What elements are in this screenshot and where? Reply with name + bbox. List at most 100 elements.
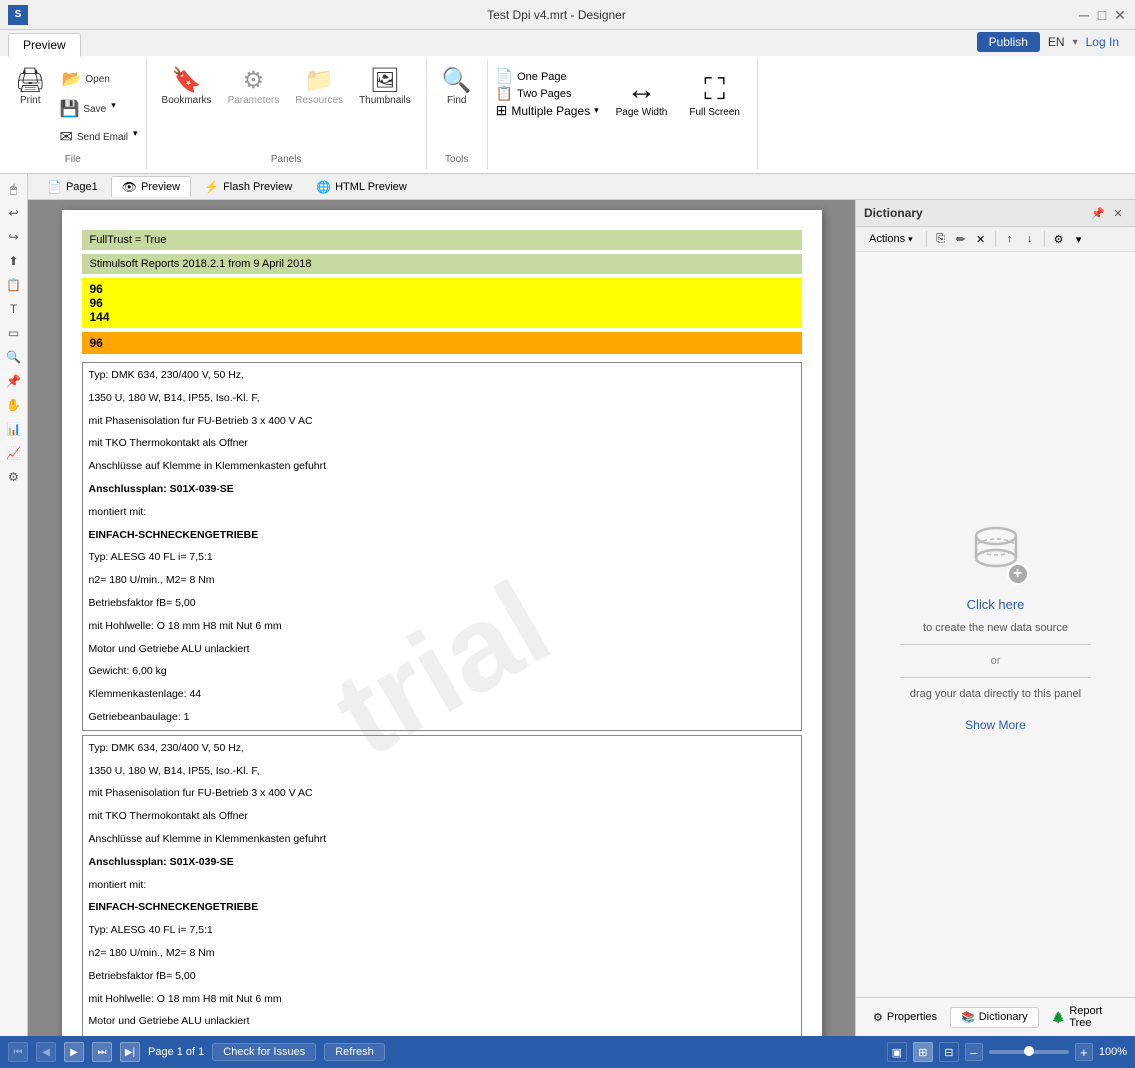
view-mode-grid[interactable]: ⊞ [913, 1042, 933, 1062]
table-row: mit Phasenisolation fur FU-Betrieb 3 x 4… [85, 411, 799, 432]
page-width-icon: ↔ [626, 73, 656, 107]
nav-first-button[interactable]: ⏮ [8, 1042, 28, 1062]
multiple-pages-button[interactable]: ⊞ Multiple Pages ▾ [496, 102, 599, 119]
resources-button[interactable]: 📁 Resources [288, 64, 350, 111]
create-datasource-text: to create the new data source [923, 622, 1068, 634]
toolbar-redo[interactable]: ↪ [3, 226, 25, 248]
zoom-slider[interactable] [989, 1050, 1069, 1054]
multiple-pages-icon: ⊞ [496, 102, 508, 119]
ribbon-group-file: 🖨 Print 📂 Open 💾 Save ▾ [0, 60, 147, 169]
save-button[interactable]: 💾 Save [54, 96, 111, 122]
thumbnails-button[interactable]: 🖼 Thumbnails [352, 64, 418, 111]
toolbar-cursor[interactable]: 🖱 [3, 178, 25, 200]
toolbar-paste[interactable]: 📋 [3, 274, 25, 296]
open-icon: 📂 [61, 69, 81, 89]
zoom-level: 100% [1099, 1046, 1127, 1058]
page-width-button[interactable]: ↔ Page Width [607, 68, 677, 123]
parameters-button[interactable]: ⚙ Parameters [221, 64, 287, 111]
actions-bar: Actions ▾ ⎘ ✏ ✕ ↑ ↓ ⚙ ▾ [856, 227, 1135, 252]
drag-text: drag your data directly to this panel [910, 688, 1081, 700]
report-table-2: Typ: DMK 634, 230/400 V, 50 Hz, 1350 U, … [82, 735, 802, 1036]
refresh-button[interactable]: Refresh [324, 1043, 385, 1061]
table-row: mit Hohlwelle: O 18 mm H8 mit Nut 6 mm [85, 616, 799, 637]
two-pages-button[interactable]: 📋 Two Pages [496, 85, 599, 102]
table-row: 1350 U, 180 W, B14, IP55, Iso.-Kl. F, [85, 761, 799, 782]
action-chevron-icon[interactable]: ▾ [1071, 231, 1087, 247]
zoom-in-button[interactable]: + [1075, 1043, 1093, 1061]
view-mode-list[interactable]: ⊟ [939, 1042, 959, 1062]
dictionary-empty-state: + Click here to create the new data sour… [856, 252, 1135, 997]
find-button[interactable]: 🔍 Find [435, 64, 479, 111]
table-row: Typ: ALESG 40 FL i= 7,5:1 [85, 547, 799, 568]
action-down-icon[interactable]: ↓ [1022, 231, 1038, 247]
report-preview[interactable]: trial FullTrust = True Stimulsoft Report… [28, 200, 855, 1036]
report-row-version: Stimulsoft Reports 2018.2.1 from 9 April… [82, 254, 802, 274]
publish-button[interactable]: Publish [977, 32, 1040, 52]
nav-prev-button[interactable]: ◀ [36, 1042, 56, 1062]
toolbar-graph[interactable]: 📈 [3, 442, 25, 464]
report-tree-tab[interactable]: 🌲 Report Tree [1041, 1001, 1129, 1033]
page-tab-page1[interactable]: 📄 Page1 [36, 176, 109, 197]
action-edit-icon[interactable]: ✏ [953, 231, 969, 247]
ribbon-tab-preview[interactable]: Preview [8, 33, 81, 57]
dictionary-tab[interactable]: 📚 Dictionary [950, 1007, 1039, 1028]
table-row: Betriebsfaktor fB= 5,00 [85, 966, 799, 987]
bookmarks-icon: 🔖 [172, 69, 202, 93]
table-row: EINFACH-SCHNECKENGETRIEBE [85, 525, 799, 546]
panel-close-button[interactable]: ✕ [1109, 204, 1127, 222]
action-gear-icon[interactable]: ⚙ [1051, 231, 1067, 247]
properties-tab[interactable]: ⚙ Properties [862, 1007, 948, 1028]
content-area: trial FullTrust = True Stimulsoft Report… [28, 200, 1135, 1036]
toolbar-undo[interactable]: ↩ [3, 202, 25, 224]
action-copy-icon[interactable]: ⎘ [933, 231, 949, 247]
toolbar-chart[interactable]: 📊 [3, 418, 25, 440]
action-up-icon[interactable]: ↑ [1002, 231, 1018, 247]
page-tab-preview[interactable]: 👁 Preview [111, 176, 191, 197]
print-button[interactable]: 🖨 Print [8, 64, 52, 111]
table-row: Gewicht: 6,00 kg [85, 661, 799, 682]
toolbar-rect[interactable]: ▭ [3, 322, 25, 344]
toolbar-settings[interactable]: ⚙ [3, 466, 25, 488]
app-logo: S [8, 5, 28, 25]
left-toolbar: 🖱 ↩ ↪ ⬆ 📋 T ▭ 🔍 📌 ✋ 📊 📈 ⚙ [0, 174, 28, 1036]
zoom-out-button[interactable]: – [965, 1043, 983, 1061]
view-mode-single[interactable]: ▣ [887, 1042, 907, 1062]
show-more-link[interactable]: Show More [965, 718, 1026, 732]
table-row: n2= 180 U/min., M2= 8 Nm [85, 570, 799, 591]
table-row: Anschlussplan: S01X-039-SE [85, 479, 799, 500]
bottom-tabs: ⚙ Properties 📚 Dictionary 🌲 Report Tree [856, 997, 1135, 1036]
close-button[interactable]: ✕ [1113, 8, 1127, 22]
nav-last-button[interactable]: ⏭ [92, 1042, 112, 1062]
one-page-button[interactable]: 📄 One Page [496, 68, 599, 85]
action-delete-icon[interactable]: ✕ [973, 231, 989, 247]
toolbar-text[interactable]: T [3, 298, 25, 320]
page-tab-html[interactable]: 🌐 HTML Preview [305, 176, 418, 197]
actions-button[interactable]: Actions ▾ [862, 230, 920, 248]
toolbar-up[interactable]: ⬆ [3, 250, 25, 272]
thumbnails-icon: 🖼 [370, 69, 400, 93]
panel-pin-button[interactable]: 📌 [1089, 204, 1107, 222]
table-row: Anschlussplan: S01X-039-SE [85, 852, 799, 873]
report-page: trial FullTrust = True Stimulsoft Report… [62, 210, 822, 1036]
panel-header-icons: 📌 ✕ [1089, 204, 1127, 222]
toolbar-zoom[interactable]: 🔍 [3, 346, 25, 368]
nav-next-button[interactable]: ▶ [64, 1042, 84, 1062]
send-email-button[interactable]: ✉ Send Email [54, 124, 133, 150]
print-icon: 🖨 [15, 69, 45, 93]
language-button[interactable]: EN [1048, 35, 1065, 49]
nav-add-page-button[interactable]: ▶| [120, 1042, 140, 1062]
table-row: mit Phasenisolation fur FU-Betrieb 3 x 4… [85, 783, 799, 804]
statusbar: ⏮ ◀ ▶ ⏭ ▶| Page 1 of 1 Check for Issues … [0, 1036, 1135, 1068]
toolbar-hand[interactable]: ✋ [3, 394, 25, 416]
open-button[interactable]: 📂 Open [54, 64, 137, 94]
check-issues-button[interactable]: Check for Issues [212, 1043, 316, 1061]
login-button[interactable]: Log In [1086, 35, 1119, 49]
bookmarks-button[interactable]: 🔖 Bookmarks [155, 64, 219, 111]
right-panel-header: Dictionary 📌 ✕ [856, 200, 1135, 227]
full-screen-button[interactable]: ⛶ Full Screen [680, 68, 749, 123]
minimize-button[interactable]: ─ [1077, 8, 1091, 22]
maximize-button[interactable]: □ [1095, 8, 1109, 22]
click-here-link[interactable]: Click here [967, 597, 1025, 612]
page-tab-flash[interactable]: ⚡ Flash Preview [193, 176, 303, 197]
toolbar-pin[interactable]: 📌 [3, 370, 25, 392]
